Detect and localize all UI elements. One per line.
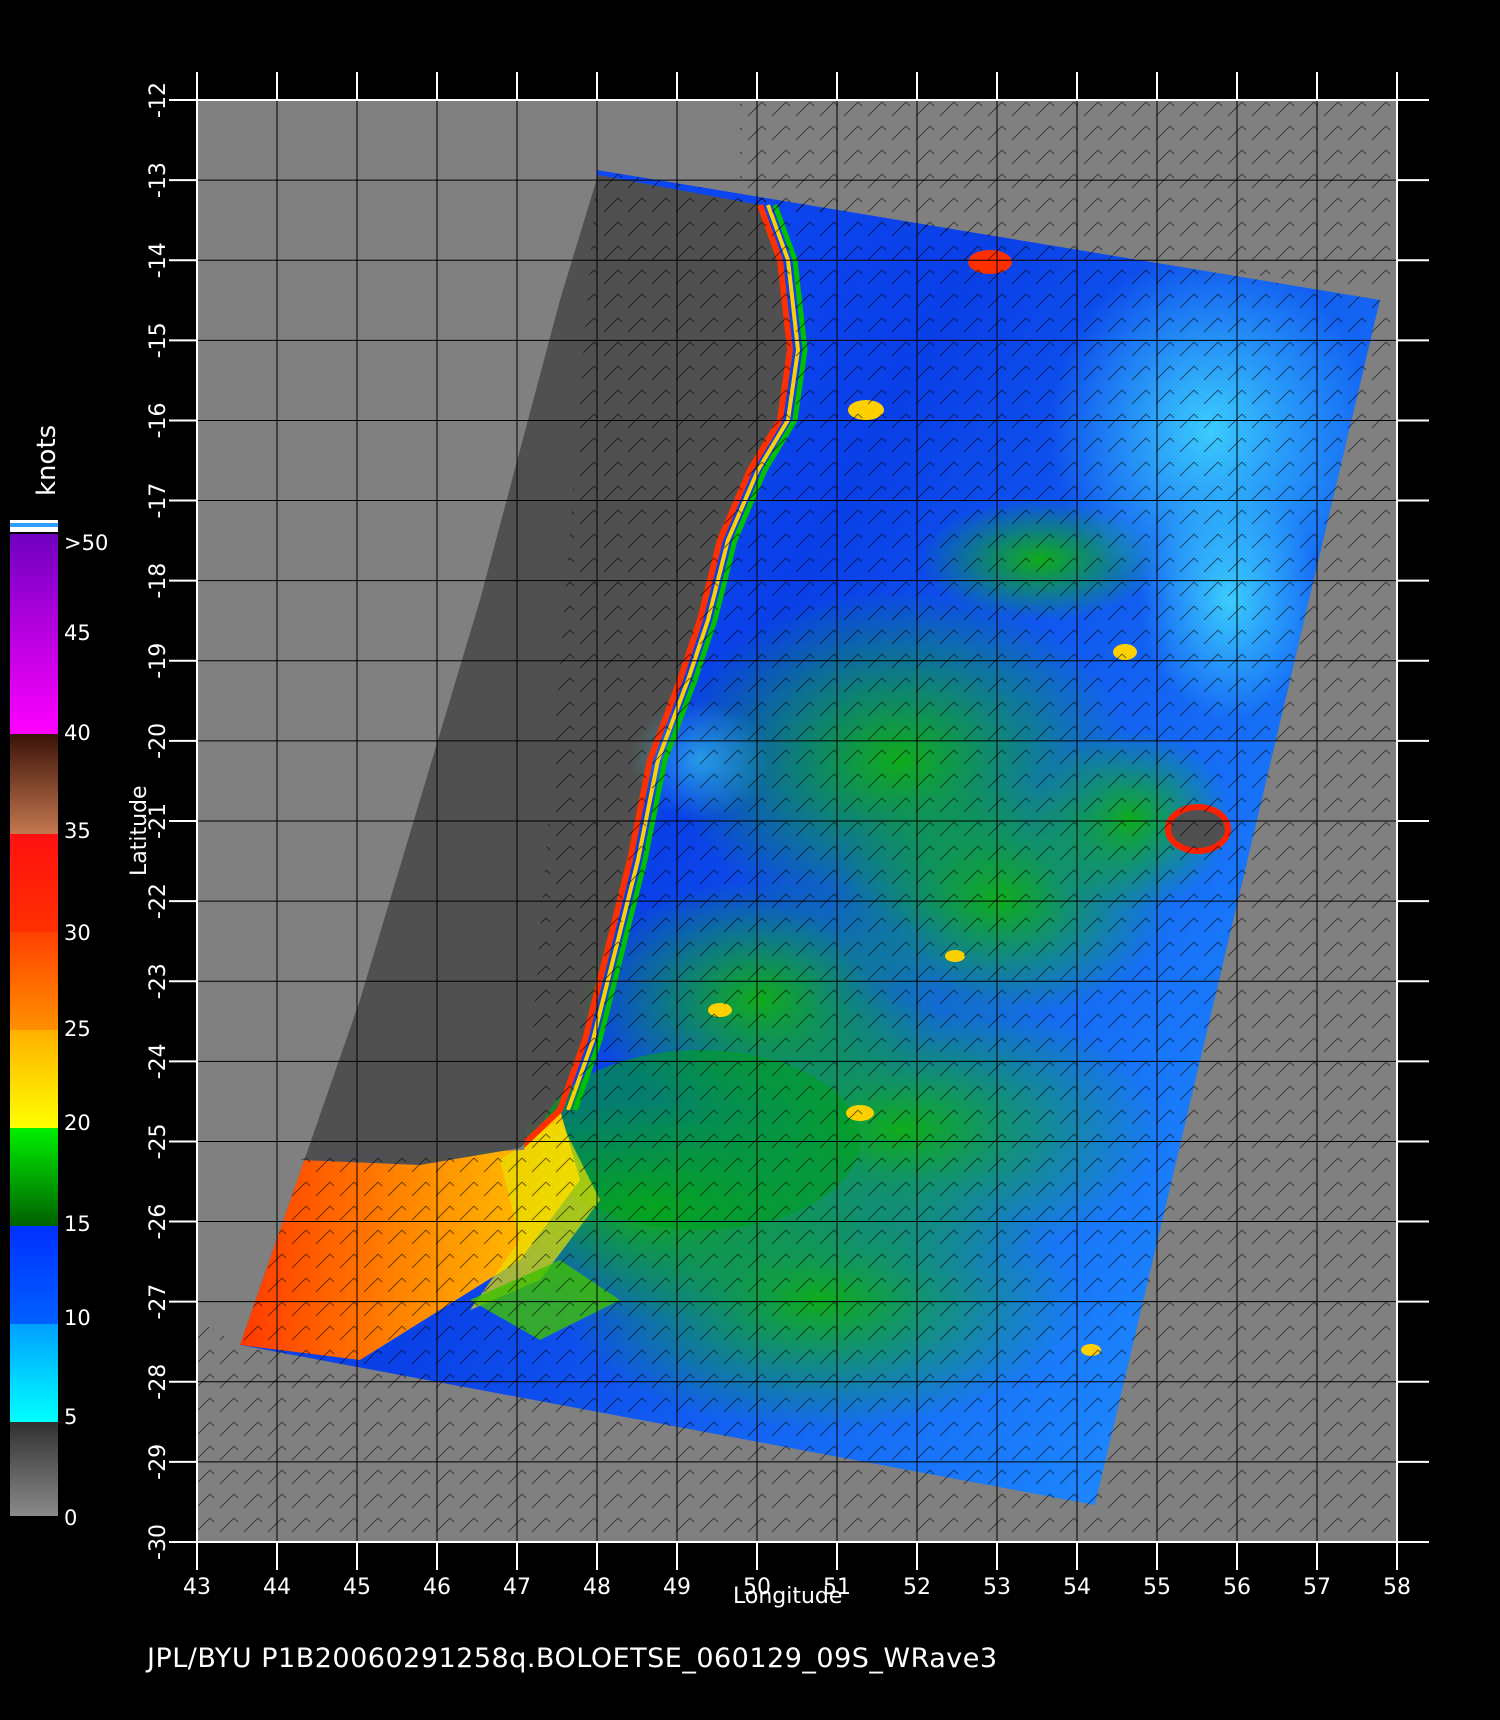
x-tick-label: 44 [263,1575,291,1600]
y-axis-label: Latitude [127,785,152,876]
x-tick-label: 47 [503,1575,531,1600]
legend-label-30: 30 [64,921,91,945]
y-tick-label: -28 [146,1364,171,1400]
y-tick-label: -18 [146,563,171,599]
legend-label-5: 5 [64,1405,78,1429]
legend-colorbar [10,520,58,1516]
y-tick-label: -29 [146,1444,171,1480]
x-tick-label: 57 [1303,1575,1331,1600]
y-tick-label: -30 [146,1524,171,1560]
x-tick-label: 54 [1063,1575,1091,1600]
legend-label-15: 15 [64,1212,91,1236]
y-tick-label: -25 [146,1123,171,1159]
x-tick-label: 45 [343,1575,371,1600]
legend-label-40: 40 [64,721,91,745]
y-tick-label: -15 [146,322,171,358]
legend-label-45: 45 [64,621,91,645]
wind-map: 43 44 45 46 47 48 49 50 51 52 53 54 55 56 57 58-12-13-1… [10,72,1429,1600]
y-tick-label: -12 [146,82,171,118]
x-tick-label: 49 [663,1575,691,1600]
legend-unit: knots [32,424,62,496]
y-tick-label: -27 [146,1284,171,1320]
y-tick-label: -23 [146,963,171,999]
y-tick-label: -20 [146,723,171,759]
legend-label-50plus: >50 [64,531,109,555]
legend-label-20: 20 [64,1111,91,1135]
y-tick-label: -19 [146,643,171,679]
y-tick-label: -22 [146,883,171,919]
legend-label-10: 10 [64,1306,91,1330]
x-axis-label: Longitude [733,1584,843,1609]
x-tick-label: 56 [1223,1575,1251,1600]
x-tick-label: 58 [1383,1575,1411,1600]
x-tick-label: 52 [903,1575,931,1600]
legend-label-0: 0 [64,1506,78,1530]
x-tick-label: 55 [1143,1575,1171,1600]
legend-label-25: 25 [64,1017,91,1041]
y-tick-label: -13 [146,162,171,198]
y-tick-label: -26 [146,1204,171,1240]
y-tick-label: -14 [146,242,171,278]
x-tick-label: 53 [983,1575,1011,1600]
footer-caption: JPL/BYU P1B20060291258q.BOLOETSE_060129_… [147,1643,998,1674]
y-tick-label: -17 [146,483,171,519]
y-tick-label: -24 [146,1043,171,1079]
x-tick-label: 48 [583,1575,611,1600]
x-tick-label: 43 [183,1575,211,1600]
x-tick-label: 46 [423,1575,451,1600]
y-tick-label: -16 [146,402,171,438]
legend-label-35: 35 [64,819,91,843]
